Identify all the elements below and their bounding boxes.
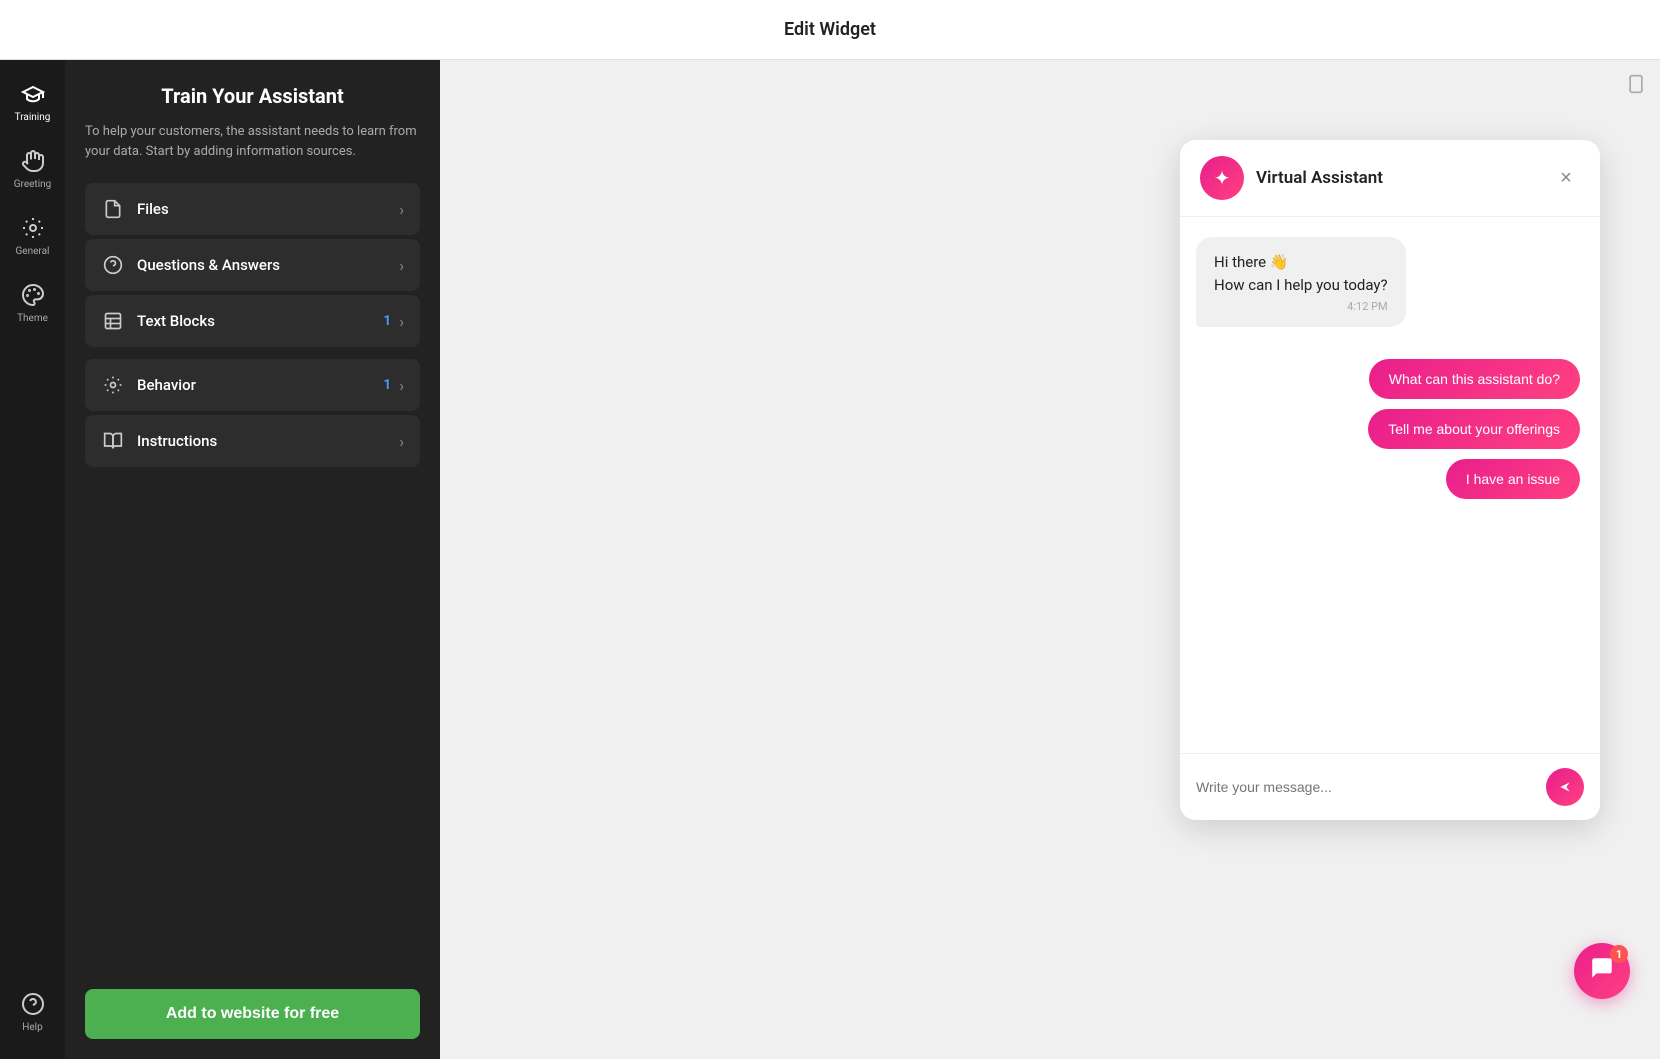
chat-widget: ✦ Virtual Assistant × Hi there 👋How can … <box>1180 140 1600 820</box>
instructions-icon <box>101 429 125 453</box>
text-blocks-icon <box>101 309 125 333</box>
help-icon <box>19 990 47 1018</box>
suggested-btn-issue[interactable]: I have an issue <box>1446 459 1580 499</box>
suggested-btn-what-can[interactable]: What can this assistant do? <box>1369 359 1580 399</box>
qa-chevron: › <box>399 256 404 275</box>
floating-chat-button[interactable]: 1 <box>1574 943 1630 999</box>
top-bar: Edit Widget <box>0 0 1660 60</box>
menu-section-config: Behavior 1 › Instructions › <box>85 359 420 467</box>
sidebar-item-theme[interactable]: Theme <box>5 271 61 334</box>
behavior-label: Behavior <box>137 376 383 394</box>
chat-header: ✦ Virtual Assistant × <box>1180 140 1600 217</box>
sidebar-item-general[interactable]: General <box>5 204 61 267</box>
menu-item-files[interactable]: Files › <box>85 183 420 235</box>
page-title: Edit Widget <box>784 19 876 40</box>
chat-avatar: ✦ <box>1200 156 1244 200</box>
chat-title: Virtual Assistant <box>1256 168 1552 188</box>
main-area: ✦ Virtual Assistant × Hi there 👋How can … <box>440 60 1660 1059</box>
files-label: Files <box>137 200 399 218</box>
panel-footer: Add to website for free <box>65 973 440 1059</box>
instructions-chevron: › <box>399 432 404 451</box>
sidebar-item-greeting[interactable]: Greeting <box>5 137 61 200</box>
chat-input-area <box>1180 753 1600 820</box>
greeting-icon <box>19 147 47 175</box>
behavior-chevron: › <box>399 376 404 395</box>
sidebar-item-help[interactable]: Help <box>5 980 61 1043</box>
message-time: 4:12 PM <box>1214 300 1388 313</box>
panel-subtitle: To help your customers, the assistant ne… <box>85 122 420 161</box>
text-blocks-label: Text Blocks <box>137 312 383 330</box>
general-label: General <box>15 246 49 257</box>
menu-item-qa[interactable]: Questions & Answers › <box>85 239 420 291</box>
menu-section-data: Files › Questions & Answers › <box>85 183 420 347</box>
help-label: Help <box>22 1022 42 1033</box>
mobile-preview-icon[interactable] <box>1626 74 1646 100</box>
instructions-label: Instructions <box>137 432 399 450</box>
general-icon <box>19 214 47 242</box>
menu-item-behavior[interactable]: Behavior 1 › <box>85 359 420 411</box>
bot-bubble: Hi there 👋How can I help you today? 4:12… <box>1196 237 1406 327</box>
menu-item-text-blocks[interactable]: Text Blocks 1 › <box>85 295 420 347</box>
behavior-badge: 1 <box>383 377 391 393</box>
floating-badge: 1 <box>1610 945 1628 963</box>
text-blocks-chevron: › <box>399 312 404 331</box>
training-icon <box>19 80 47 108</box>
behavior-icon <box>101 373 125 397</box>
files-icon <box>101 197 125 221</box>
icon-sidebar: Training Greeting General <box>0 60 65 1059</box>
main-content: Training Greeting General <box>0 60 1660 1059</box>
sidebar-item-training[interactable]: Training <box>5 70 61 133</box>
suggested-messages: What can this assistant do? Tell me abou… <box>1196 359 1584 499</box>
files-chevron: › <box>399 200 404 219</box>
chat-input[interactable] <box>1196 779 1536 795</box>
menu-item-instructions[interactable]: Instructions › <box>85 415 420 467</box>
suggested-btn-offerings[interactable]: Tell me about your offerings <box>1368 409 1580 449</box>
chat-send-button[interactable] <box>1546 768 1584 806</box>
add-to-website-button[interactable]: Add to website for free <box>85 989 420 1039</box>
floating-chat-icon <box>1589 955 1615 987</box>
training-panel: Train Your Assistant To help your custom… <box>65 60 440 1059</box>
panel-title: Train Your Assistant <box>85 84 420 108</box>
chat-messages: Hi there 👋How can I help you today? 4:12… <box>1180 217 1600 753</box>
qa-label: Questions & Answers <box>137 256 399 274</box>
greeting-label: Greeting <box>14 179 52 190</box>
training-label: Training <box>15 112 51 123</box>
theme-label: Theme <box>17 313 48 324</box>
bot-text: Hi there 👋How can I help you today? <box>1214 251 1388 296</box>
chat-close-button[interactable]: × <box>1552 164 1580 192</box>
text-blocks-badge: 1 <box>383 313 391 329</box>
qa-icon <box>101 253 125 277</box>
bot-message: Hi there 👋How can I help you today? 4:12… <box>1196 237 1584 327</box>
theme-icon <box>19 281 47 309</box>
